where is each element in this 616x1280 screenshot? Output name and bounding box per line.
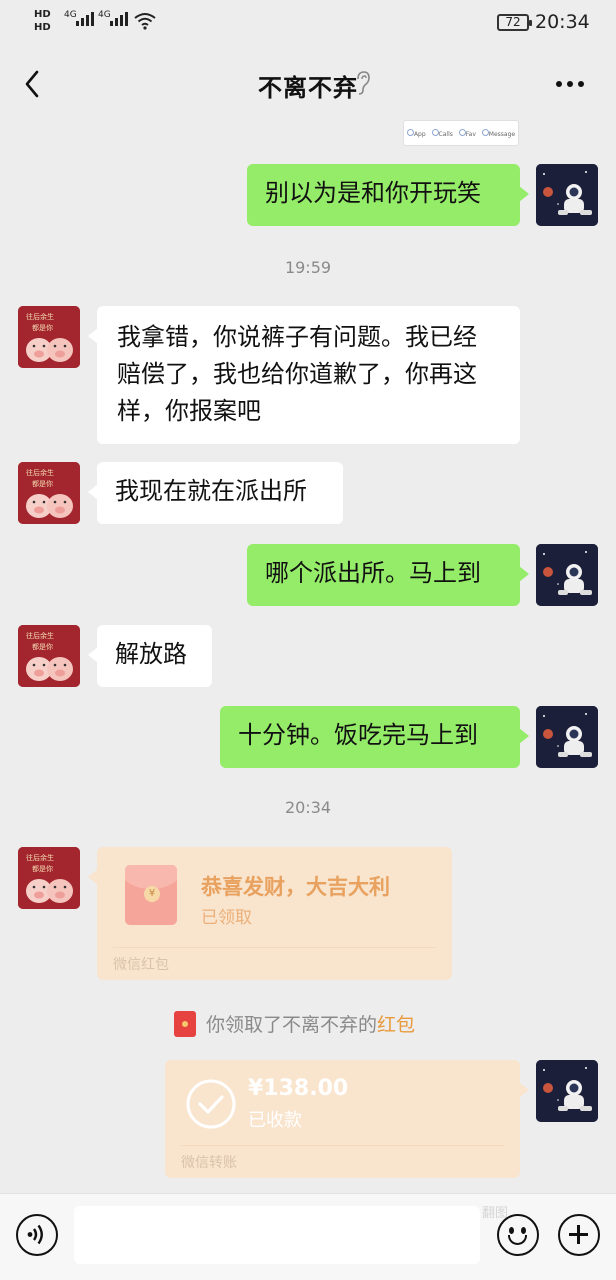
status-bar: HD HD 4G 4G 72 20:34 xyxy=(0,0,616,48)
voice-icon[interactable] xyxy=(16,1214,58,1256)
dot-icon xyxy=(406,128,414,136)
chat-header: 不离不弃 xyxy=(0,48,616,120)
avatar-self[interactable] xyxy=(536,1060,598,1122)
system-notice: 你领取了不离不弃的 红包 xyxy=(174,1010,415,1037)
notice-red-packet-link[interactable]: 红包 xyxy=(377,1010,415,1037)
transfer-footer: 微信转账 xyxy=(181,1155,237,1171)
card-divider xyxy=(181,1145,504,1146)
dot-icon xyxy=(481,128,489,136)
card-divider xyxy=(113,947,436,948)
hd-icon: HD xyxy=(34,22,51,33)
svg-text:往后余生: 往后余生 xyxy=(26,468,54,477)
avatar-contact[interactable]: 往后余生 都是你 xyxy=(18,306,80,368)
battery-indicator: 72 xyxy=(497,14,532,31)
astronaut-avatar-icon xyxy=(536,544,598,606)
chat-title: 不离不弃 xyxy=(258,74,358,102)
astronaut-avatar-icon xyxy=(536,1060,598,1122)
message-bubble-received[interactable]: 我现在就在派出所 xyxy=(88,462,343,524)
pig-avatar-icon: 往后余生 都是你 xyxy=(18,847,80,909)
red-packet-status: 已领取 xyxy=(201,908,252,928)
notice-text: 你领取了不离不弃的 xyxy=(206,1014,378,1036)
timestamp: 20:34 xyxy=(284,798,332,817)
transfer-status: 已收款 xyxy=(248,1110,302,1131)
avatar-self[interactable] xyxy=(536,706,598,768)
wifi-icon xyxy=(134,13,156,30)
avatar-self[interactable] xyxy=(536,544,598,606)
snippet-item: Fav xyxy=(458,128,476,138)
message-input[interactable] xyxy=(74,1206,480,1264)
status-time: 20:34 xyxy=(535,11,590,33)
svg-text:往后余生: 往后余生 xyxy=(26,631,54,640)
astronaut-avatar-icon xyxy=(536,706,598,768)
signal-icon xyxy=(76,12,94,26)
svg-text:都是你: 都是你 xyxy=(32,864,53,873)
network-type: 4G xyxy=(98,10,111,20)
plus-icon[interactable] xyxy=(558,1214,600,1256)
svg-text:都是你: 都是你 xyxy=(32,323,53,332)
transfer-card[interactable]: ¥138.00 已收款 微信转账 xyxy=(165,1060,529,1178)
snippet-item: Message xyxy=(481,128,515,138)
red-packet-title: 恭喜发财，大吉大利 xyxy=(201,875,390,899)
hd-icon: HD xyxy=(34,9,51,20)
dot-icon xyxy=(458,128,466,136)
avatar-contact[interactable]: 往后余生 都是你 xyxy=(18,847,80,909)
transfer-amount: ¥138.00 xyxy=(248,1076,349,1101)
input-bar: 翻图 xyxy=(0,1193,616,1280)
pig-avatar-icon: 往后余生 都是你 xyxy=(18,306,80,368)
message-bubble-sent[interactable]: 十分钟。饭吃完马上到 xyxy=(220,706,529,768)
timestamp: 19:59 xyxy=(284,258,332,277)
avatar-self[interactable] xyxy=(536,164,598,226)
pig-avatar-icon: 往后余生 都是你 xyxy=(18,462,80,524)
pig-avatar-icon: 往后余生 都是你 xyxy=(18,625,80,687)
red-packet-footer: 微信红包 xyxy=(113,957,169,973)
red-envelope-icon: ¥ xyxy=(125,865,177,925)
red-packet-icon xyxy=(174,1010,196,1037)
avatar-contact[interactable]: 往后余生 都是你 xyxy=(18,625,80,687)
message-bubble-sent[interactable]: 别以为是和你开玩笑 xyxy=(247,164,529,226)
earpiece-icon xyxy=(357,71,370,95)
emoji-icon[interactable] xyxy=(497,1214,539,1256)
svg-text:都是你: 都是你 xyxy=(32,642,53,651)
svg-text:往后余生: 往后余生 xyxy=(26,312,54,321)
image-snippet[interactable]: App Calls Fav Message xyxy=(403,120,519,146)
more-dots-icon[interactable] xyxy=(556,72,590,96)
avatar-contact[interactable]: 往后余生 都是你 xyxy=(18,462,80,524)
snippet-item: App xyxy=(406,128,426,138)
message-bubble-received[interactable]: 解放路 xyxy=(88,625,212,687)
svg-text:都是你: 都是你 xyxy=(32,479,53,488)
snippet-item: Calls xyxy=(431,128,453,138)
red-packet-card[interactable]: ¥ 恭喜发财，大吉大利 已领取 微信红包 xyxy=(88,847,452,980)
message-bubble-received[interactable]: 我拿错，你说裤子有问题。我已经赔偿了，我也给你道歉了，你再这样，你报案吧 xyxy=(88,306,520,444)
check-circle-icon xyxy=(186,1079,236,1129)
network-type: 4G xyxy=(64,10,77,20)
dot-icon xyxy=(431,128,439,136)
astronaut-avatar-icon xyxy=(536,164,598,226)
message-bubble-sent[interactable]: 哪个派出所。马上到 xyxy=(247,544,529,606)
signal-icon xyxy=(110,12,128,26)
svg-text:往后余生: 往后余生 xyxy=(26,853,54,862)
hd-indicators: HD HD xyxy=(34,8,51,34)
